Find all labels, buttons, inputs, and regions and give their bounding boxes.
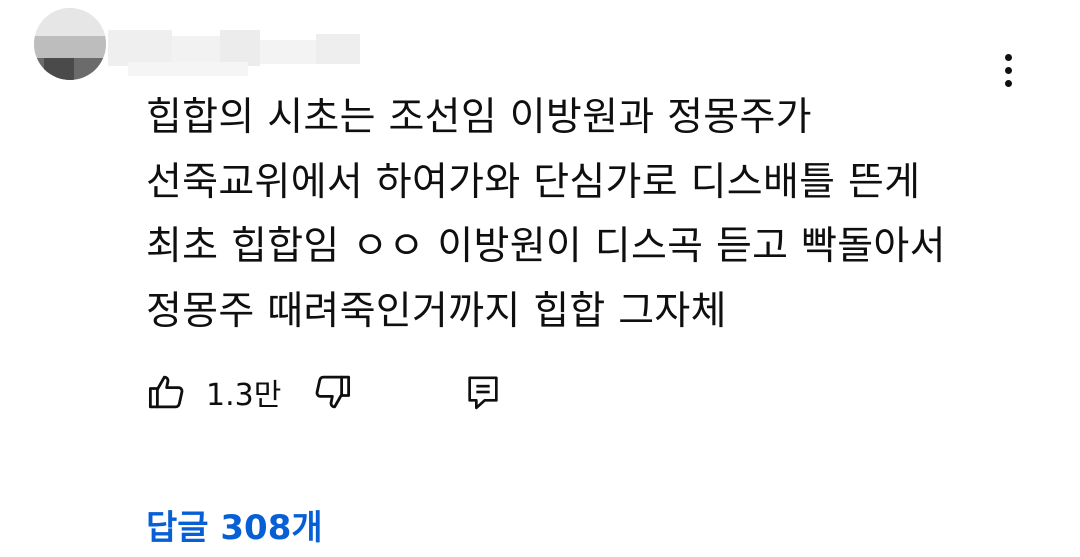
redaction-block [220,30,260,66]
thumbs-down-icon [315,375,351,409]
more-vertical-icon-dot [1004,66,1012,74]
redaction-block [260,40,316,64]
comment-line: 힙합의 시초는 조선임 이방원과 정몽주가 [146,95,812,140]
author-name-redacted [108,22,360,78]
view-replies-link[interactable]: 답글 308개 [146,500,323,549]
avatar-mosaic-block [44,58,74,80]
like-count: 1.3만 [206,378,282,413]
comment-line: 정몽주 때려죽인거까지 힙합 그자체 [146,288,727,334]
dislike-button[interactable] [311,371,353,413]
redaction-block [128,62,248,76]
comment-line: 선죽교위에서 하여가와 단심가로 디스배틀 뜬게 [146,159,921,205]
comment-text: 힙합의 시초는 조선임 이방원과 정몽주가 선죽교위에서 하여가와 단심가로 디… [146,86,1026,344]
comment-line: 최초 힙합임 ㅇㅇ 이방원이 디스곡 듣고 빡돌아서 [146,224,946,269]
comment-actions: 1.3만 [146,366,503,418]
like-button[interactable]: 1.3만 [146,370,281,414]
redaction-block [108,30,172,66]
avatar-mosaic-block [34,8,106,36]
avatar[interactable] [34,8,106,80]
more-vertical-icon [1004,53,1012,61]
thumbs-up-icon [148,375,184,409]
comment-reply-icon [468,376,498,410]
reply-button[interactable] [463,371,503,413]
redaction-block [172,36,220,64]
avatar-mosaic-block [34,36,106,58]
redaction-block [316,34,360,64]
